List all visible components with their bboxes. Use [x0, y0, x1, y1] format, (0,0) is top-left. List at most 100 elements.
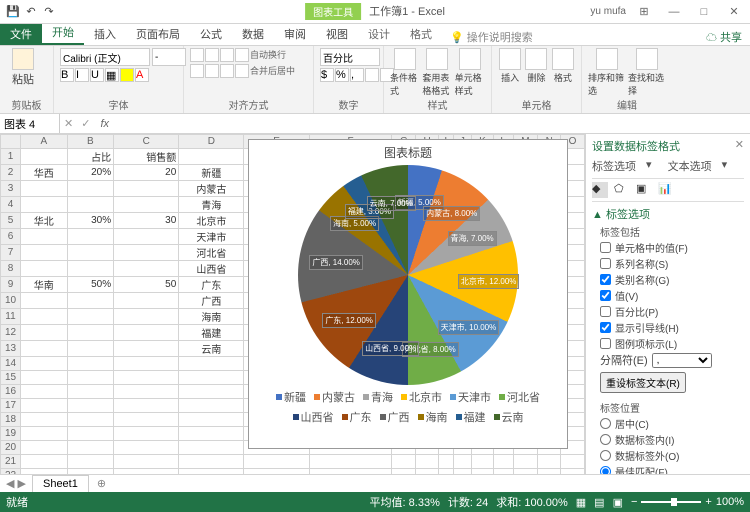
pos-opt[interactable]: 数据标签外(O): [600, 448, 744, 463]
cell[interactable]: [513, 455, 538, 469]
cell[interactable]: [179, 385, 244, 399]
cell[interactable]: [179, 441, 244, 455]
bold-button[interactable]: B: [60, 68, 74, 82]
cell[interactable]: 云南: [179, 341, 244, 357]
cell[interactable]: 广东: [179, 277, 244, 293]
row-header[interactable]: 13: [1, 341, 21, 357]
cell[interactable]: [67, 245, 114, 261]
comma[interactable]: ,: [350, 68, 364, 82]
align-left[interactable]: [190, 64, 204, 78]
label-opt[interactable]: 类别名称(G): [600, 272, 744, 287]
paste-button[interactable]: 粘贴: [6, 48, 40, 87]
cell[interactable]: [21, 293, 68, 309]
chart-legend[interactable]: 新疆内蒙古青海北京市天津市河北省山西省广东广西海南福建云南: [249, 385, 567, 429]
label-opt[interactable]: 显示引导线(H): [600, 320, 744, 335]
number-format[interactable]: [320, 48, 380, 66]
cell[interactable]: [21, 413, 68, 427]
col-header[interactable]: A: [21, 135, 68, 149]
tab-format[interactable]: 格式: [400, 23, 442, 45]
col-header[interactable]: B: [67, 135, 114, 149]
label-opt[interactable]: 图例项标示(L): [600, 336, 744, 351]
label-opt[interactable]: 百分比(P): [600, 304, 744, 319]
radio[interactable]: [600, 418, 611, 429]
cell[interactable]: [114, 309, 179, 325]
font-name[interactable]: [60, 48, 150, 66]
cell[interactable]: [114, 261, 179, 277]
cell[interactable]: [21, 229, 68, 245]
table-format[interactable]: 套用表格格式: [422, 48, 452, 97]
cell[interactable]: [392, 455, 416, 469]
cell[interactable]: 青海: [179, 197, 244, 213]
cell[interactable]: 30%: [67, 213, 114, 229]
format-cells[interactable]: 格式: [551, 48, 575, 84]
redo-icon[interactable]: ↷: [42, 5, 56, 19]
data-label[interactable]: 青海, 7.00%: [448, 231, 497, 246]
italic-button[interactable]: I: [75, 68, 89, 82]
legend-item[interactable]: 山西省: [293, 409, 334, 425]
cell[interactable]: [114, 357, 179, 371]
legend-item[interactable]: 青海: [363, 389, 393, 405]
data-label[interactable]: 云南, 7.00%: [367, 196, 416, 211]
label-opts-icon[interactable]: 📊: [658, 182, 674, 198]
pane-close-icon[interactable]: ✕: [735, 138, 744, 154]
label-opt[interactable]: 值(V): [600, 288, 744, 303]
fill-line-icon[interactable]: ◆: [592, 182, 608, 198]
row-header[interactable]: 3: [1, 181, 21, 197]
currency[interactable]: $: [320, 68, 334, 82]
delete-cells[interactable]: 删除: [524, 48, 548, 84]
save-icon[interactable]: 💾: [6, 5, 20, 19]
align-mid[interactable]: [205, 48, 219, 62]
cell[interactable]: [67, 357, 114, 371]
cell[interactable]: [67, 293, 114, 309]
row-header[interactable]: 5: [1, 213, 21, 229]
pos-opt[interactable]: 数据标签内(I): [600, 432, 744, 447]
data-label[interactable]: 内蒙古, 8.00%: [423, 206, 480, 221]
cell[interactable]: [179, 469, 244, 475]
cell[interactable]: [114, 413, 179, 427]
pos-opt[interactable]: 最佳匹配(F): [600, 464, 744, 474]
cell[interactable]: [67, 371, 114, 385]
row-header[interactable]: 21: [1, 455, 21, 469]
legend-item[interactable]: 广西: [380, 409, 410, 425]
label-opt[interactable]: 单元格中的值(F): [600, 240, 744, 255]
row-header[interactable]: 1: [1, 149, 21, 165]
font-size[interactable]: [152, 48, 186, 66]
legend-item[interactable]: 北京市: [401, 389, 442, 405]
cell[interactable]: [21, 309, 68, 325]
cell[interactable]: [416, 455, 439, 469]
align-right[interactable]: [220, 64, 234, 78]
cell[interactable]: [114, 181, 179, 197]
cell[interactable]: [472, 455, 494, 469]
cell[interactable]: [244, 469, 309, 475]
data-label[interactable]: 天津市, 10.00%: [438, 320, 500, 335]
row-header[interactable]: 22: [1, 469, 21, 475]
tell-me[interactable]: 💡操作说明搜索: [450, 29, 533, 45]
cell[interactable]: [472, 469, 494, 475]
cell[interactable]: [67, 181, 114, 197]
row-header[interactable]: 19: [1, 427, 21, 441]
effects-icon[interactable]: ⬠: [614, 182, 630, 198]
cell[interactable]: [561, 469, 585, 475]
fx-icon[interactable]: fx: [94, 118, 115, 130]
cell[interactable]: [538, 455, 561, 469]
row-header[interactable]: 18: [1, 413, 21, 427]
row-header[interactable]: 17: [1, 399, 21, 413]
row-header[interactable]: 11: [1, 309, 21, 325]
sort-filter[interactable]: 排序和筛选: [588, 48, 626, 97]
legend-item[interactable]: 福建: [456, 409, 486, 425]
tab-file[interactable]: 文件: [0, 23, 42, 45]
align-top[interactable]: [190, 48, 204, 62]
cell[interactable]: [21, 385, 68, 399]
checkbox[interactable]: [600, 290, 611, 301]
col-header[interactable]: D: [179, 135, 244, 149]
underline-button[interactable]: U: [90, 68, 104, 82]
cell[interactable]: [67, 385, 114, 399]
cell[interactable]: 广西: [179, 293, 244, 309]
row-header[interactable]: 10: [1, 293, 21, 309]
cell[interactable]: [21, 441, 68, 455]
sheet-tab[interactable]: Sheet1: [32, 475, 89, 492]
cell[interactable]: [114, 325, 179, 341]
cell[interactable]: [21, 399, 68, 413]
cell[interactable]: [309, 455, 392, 469]
label-opt[interactable]: 系列名称(S): [600, 256, 744, 271]
